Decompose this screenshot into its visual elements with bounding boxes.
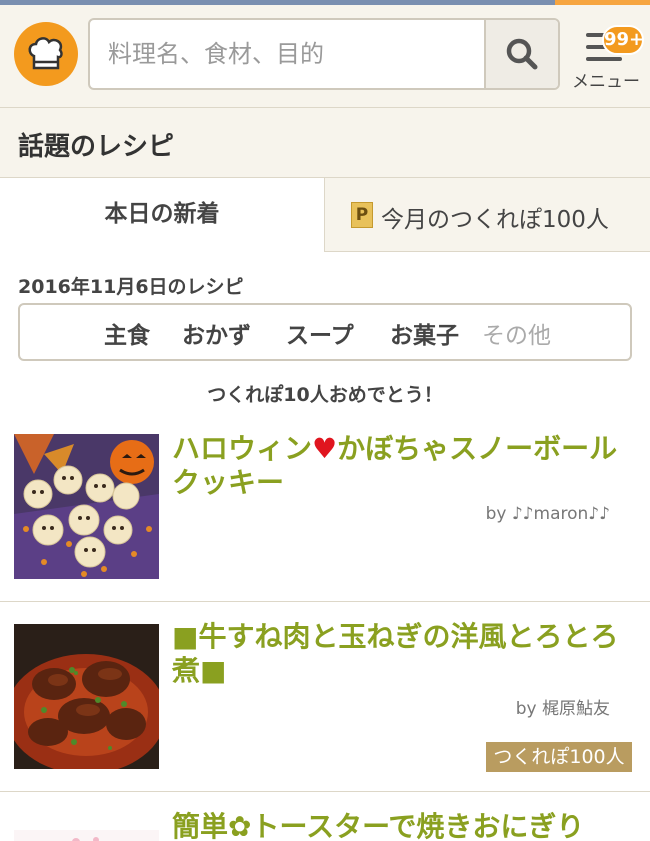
category-filter: 主食 おかず スープ お菓子 その他 — [18, 303, 632, 361]
congrats-heading: つくれぽ10人おめでとう！ — [207, 384, 443, 406]
tab-bar: 本日の新着 P 今月のつくれぽ100人 — [0, 178, 650, 252]
search-box — [88, 18, 560, 90]
recipe-thumbnail[interactable] — [14, 624, 159, 769]
recipe-card[interactable]: 簡単✿トースターで焼きおにぎり — [0, 792, 650, 841]
recipe-title[interactable]: 簡単✿トースターで焼きおにぎり — [172, 810, 632, 841]
search-icon — [506, 38, 538, 70]
premium-p-icon: P — [351, 202, 373, 228]
recipe-author[interactable]: by 梶原鮎友 — [516, 694, 610, 719]
flower-icon: ✿ — [228, 810, 252, 841]
category-staple[interactable]: 主食 — [104, 316, 150, 350]
app-header: 99+ メニュー — [0, 5, 650, 108]
heart-icon: ♥ — [312, 432, 338, 465]
menu-label: メニュー — [572, 72, 640, 92]
notification-badge: 99+ — [602, 25, 644, 55]
tab-monthly-label: 今月のつくれぽ100人 — [381, 207, 609, 233]
category-other[interactable]: その他 — [482, 316, 551, 350]
recipe-title[interactable]: ハロウィン♥かぼちゃスノーボールクッキー — [172, 432, 632, 500]
section-header: 話題のレシピ — [0, 108, 650, 178]
tsukurepo-100-badge: つくれぽ100人 — [486, 742, 632, 772]
recipe-thumbnail[interactable] — [14, 434, 159, 579]
recipe-author[interactable]: by ♪♪maron♪♪ — [486, 504, 610, 524]
recipe-card[interactable]: ■牛すね肉と玉ねぎの洋風とろとろ煮■ by 梶原鮎友 つくれぽ100人 — [0, 602, 650, 792]
date-label: 2016年11月6日のレシピ — [18, 276, 244, 298]
search-input[interactable] — [90, 20, 484, 88]
recipe-title[interactable]: ■牛すね肉と玉ねぎの洋風とろとろ煮■ — [172, 620, 632, 688]
category-soup[interactable]: スープ — [286, 316, 354, 350]
section-title: 話題のレシピ — [18, 132, 175, 162]
tab-new-today[interactable]: 本日の新着 — [0, 178, 324, 252]
recipe-thumbnail[interactable] — [14, 830, 159, 841]
chef-hat-logo-icon[interactable] — [14, 22, 78, 86]
tab-monthly-100[interactable]: P 今月のつくれぽ100人 — [324, 178, 650, 252]
category-side[interactable]: おかず — [182, 316, 251, 350]
search-button[interactable] — [484, 20, 558, 88]
recipe-card[interactable]: ハロウィン♥かぼちゃスノーボールクッキー by ♪♪maron♪♪ — [0, 420, 650, 602]
menu-button[interactable]: 99+ メニュー — [566, 21, 646, 93]
category-sweets[interactable]: お菓子 — [390, 316, 459, 350]
